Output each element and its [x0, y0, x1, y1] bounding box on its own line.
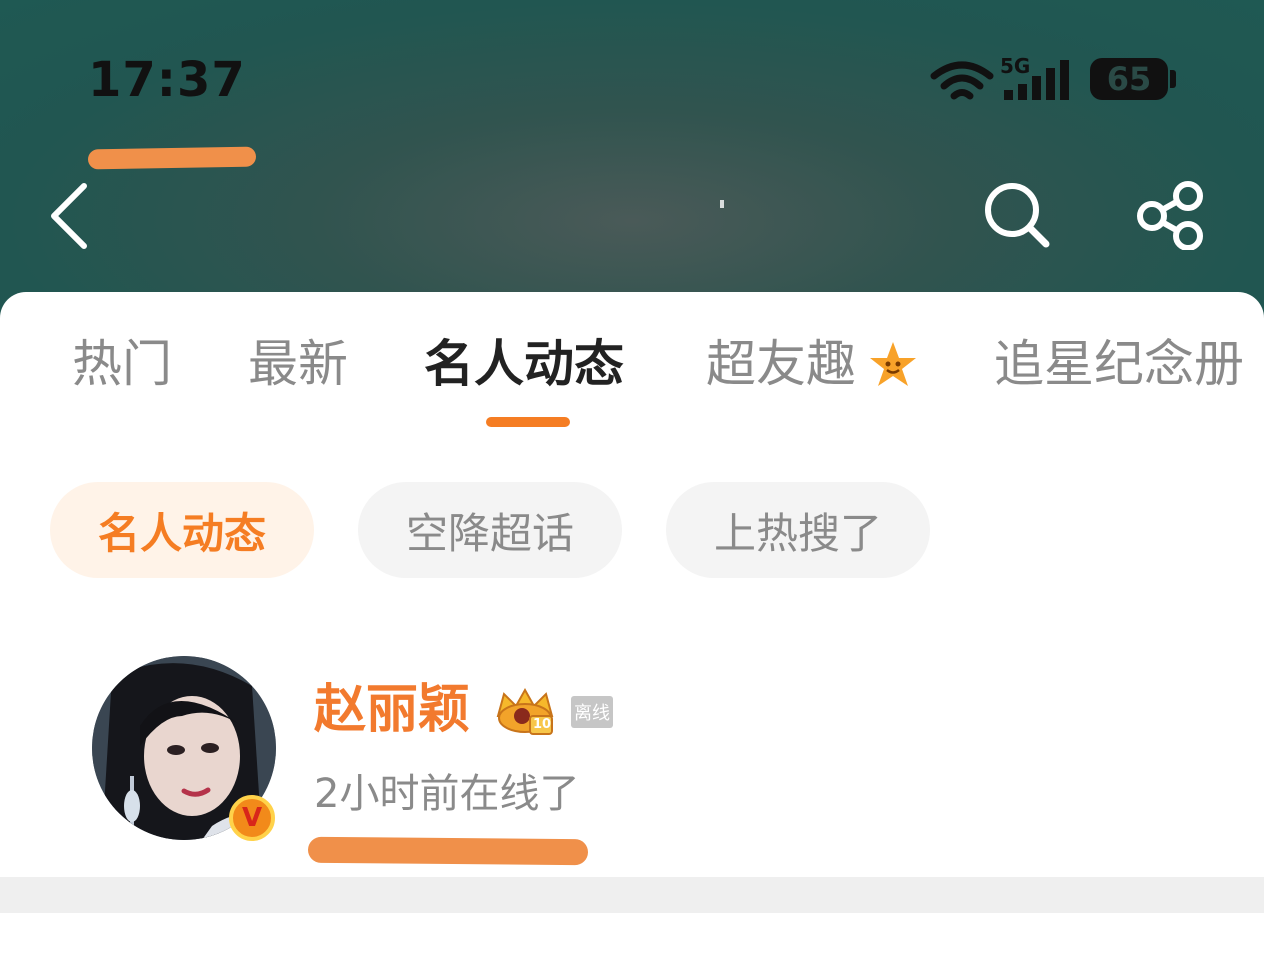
tab-latest[interactable]: 最新: [248, 332, 348, 396]
search-icon: [985, 183, 1050, 248]
last-online-text: 2小时前在线了: [314, 771, 580, 817]
chip-label: 名人动态: [97, 508, 266, 558]
active-tab-indicator: [486, 417, 570, 427]
section-divider: [0, 877, 1264, 913]
status-badge: 离线: [571, 696, 613, 728]
tab-label: 追星纪念册: [994, 335, 1244, 393]
chip-airdrop-topic[interactable]: 空降超话: [358, 482, 622, 578]
title-dot: [720, 200, 724, 208]
chip-label: 空降超话: [405, 508, 574, 558]
tab-label: 热门: [72, 335, 172, 393]
redaction-scribble-top: [87, 146, 257, 170]
star-face-icon: [868, 340, 918, 390]
header-background: [0, 0, 1264, 340]
tab-hot[interactable]: 热门: [72, 332, 172, 396]
status-badge-label: 离线: [574, 703, 610, 724]
signal-icon: [1004, 60, 1069, 100]
crown-level: 10: [533, 717, 552, 732]
chevron-left-icon: [51, 183, 87, 249]
chip-trending[interactable]: 上热搜了: [666, 482, 930, 578]
user-name[interactable]: 赵丽颖: [314, 678, 470, 742]
status-icons: 5G 65: [930, 54, 1180, 106]
battery-level: 65: [1106, 60, 1152, 98]
battery-icon: 65: [1090, 58, 1168, 100]
tab-star-album[interactable]: 追星纪念册: [994, 332, 1244, 396]
verified-badge: V: [229, 795, 275, 841]
verified-badge-label: V: [241, 803, 263, 833]
back-button[interactable]: [40, 180, 100, 250]
share-button[interactable]: [1134, 180, 1208, 251]
status-time: 17:37: [88, 52, 246, 108]
tab-label: 名人动态: [424, 335, 624, 393]
battery-tip: [1170, 70, 1176, 88]
chip-label: 上热搜了: [713, 508, 882, 558]
search-button[interactable]: [980, 180, 1054, 250]
tab-label: 超友趣: [706, 335, 856, 393]
crown-level-icon: 10: [494, 686, 556, 736]
tab-celebrity-updates[interactable]: 名人动态: [424, 332, 624, 396]
share-icon: [1137, 181, 1203, 251]
tab-label: 最新: [248, 335, 348, 393]
chip-celebrity-updates[interactable]: 名人动态: [50, 482, 314, 578]
tab-super-fun[interactable]: 超友趣: [706, 332, 856, 396]
wifi-icon: [930, 61, 994, 100]
weibo-star-page: 17:37 5G 65 热门 最新 名人动态 超友趣 追星纪念册 名人动态 空降…: [0, 0, 1264, 957]
redaction-scribble-bottom: [307, 836, 589, 866]
